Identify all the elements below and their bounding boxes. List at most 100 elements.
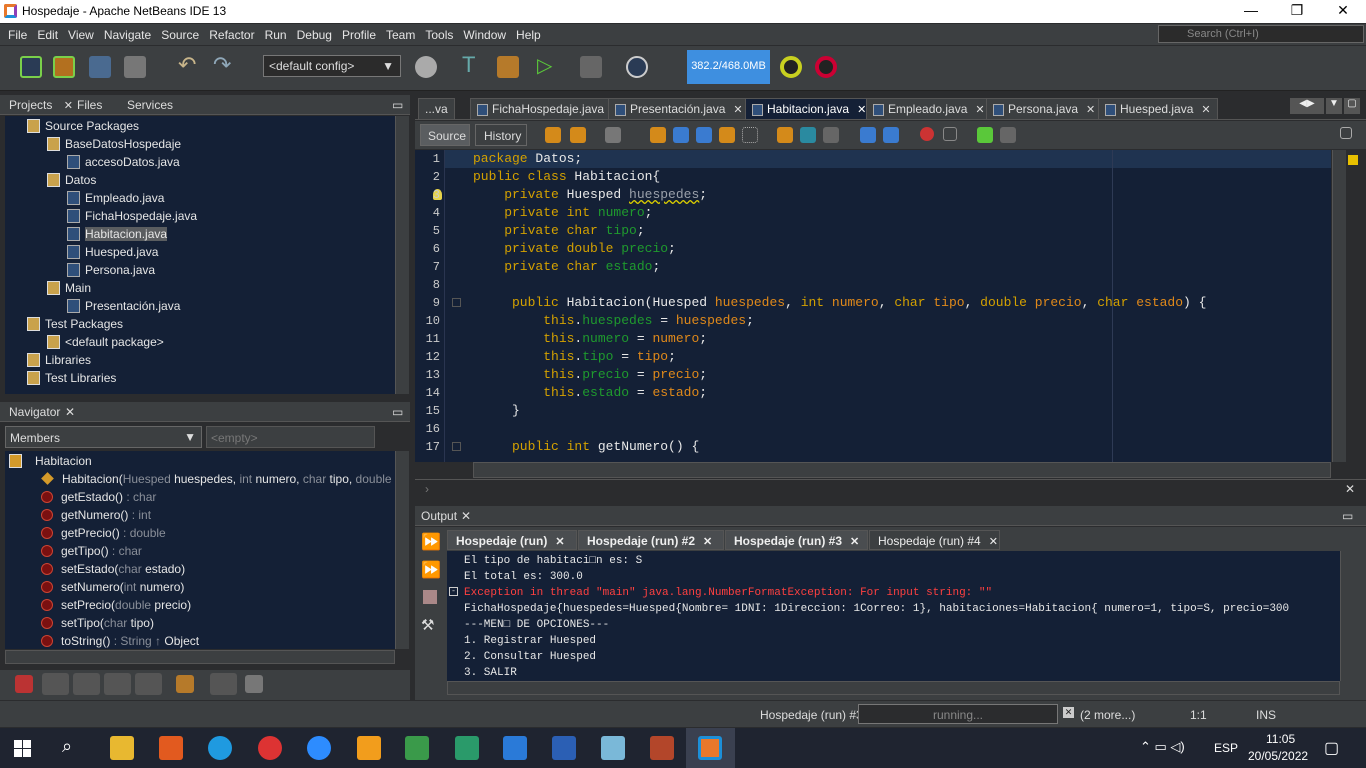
output-console[interactable]: El tipo de habitaci□n es: S El total es: …: [447, 551, 1340, 681]
tree-item[interactable]: Huesped.java: [67, 243, 158, 261]
navigator-member[interactable]: Habitacion(Huesped huespedes, int numero…: [41, 470, 395, 488]
next-bookmark-icon[interactable]: [800, 127, 816, 143]
editor-tab[interactable]: Habitacion.java ✕: [745, 98, 874, 119]
navigator-hscrollbar[interactable]: [5, 650, 395, 664]
tree-item[interactable]: Habitacion.java: [67, 225, 168, 243]
cancel-task-icon[interactable]: ✕: [1063, 707, 1074, 718]
projects-scrollbar[interactable]: [395, 116, 409, 394]
tree-item[interactable]: Test Libraries: [27, 369, 116, 387]
tree-item[interactable]: Presentación.java: [67, 297, 180, 315]
output-tab[interactable]: Hospedaje (run) ✕: [447, 530, 577, 550]
output-scrollbar[interactable]: [1340, 551, 1356, 681]
tab-list-dropdown[interactable]: ▼: [1326, 98, 1342, 114]
rect-selection-icon[interactable]: [742, 127, 758, 143]
word-icon[interactable]: [552, 736, 576, 760]
navigator-context-select[interactable]: <empty>: [206, 426, 375, 448]
navigator-member[interactable]: setPrecio(double precio): [41, 596, 191, 614]
comment-icon[interactable]: [977, 127, 993, 143]
tab-files[interactable]: Files: [77, 98, 102, 112]
notifications-icon[interactable]: ▢: [1324, 738, 1339, 758]
history-view-button[interactable]: History: [475, 124, 527, 146]
find-icon[interactable]: [650, 127, 666, 143]
redo-icon[interactable]: ↷: [213, 52, 235, 77]
netbeans-taskbar-button[interactable]: [686, 728, 735, 768]
new-file-icon[interactable]: [20, 56, 42, 78]
navigator-scrollbar[interactable]: [395, 451, 409, 649]
edge-icon[interactable]: [208, 736, 232, 760]
run-icon[interactable]: ▷: [537, 53, 559, 77]
menu-navigate[interactable]: Navigate: [104, 28, 151, 42]
close-breadcrumb-icon[interactable]: ✕: [1345, 482, 1355, 496]
minimize-panel-icon[interactable]: ▭: [392, 98, 403, 112]
navigator-member[interactable]: getNumero() : int: [41, 506, 151, 524]
tree-item[interactable]: Source Packages: [27, 117, 139, 135]
sort-source-icon[interactable]: [245, 675, 263, 693]
clock-time[interactable]: 11:05: [1266, 732, 1295, 746]
tree-item[interactable]: Persona.java: [67, 261, 155, 279]
tree-item[interactable]: Test Packages: [27, 315, 123, 333]
app-icon[interactable]: [357, 736, 381, 760]
fields-filter-icon[interactable]: [42, 673, 69, 695]
maximize-editor-icon[interactable]: ▢: [1344, 98, 1360, 114]
close-button[interactable]: ✕: [1320, 2, 1366, 19]
close-tab-icon[interactable]: ✕: [733, 104, 742, 116]
rerun-icon[interactable]: ⏩: [421, 532, 441, 552]
tray-icons[interactable]: ⌃ ▭ ◁): [1140, 739, 1185, 755]
minimize-panel-icon[interactable]: ▭: [1342, 509, 1353, 523]
vscode-icon[interactable]: [503, 736, 527, 760]
close-tab-icon[interactable]: ✕: [857, 104, 866, 116]
more-tasks-link[interactable]: (2 more...): [1080, 708, 1135, 722]
navigator-root[interactable]: Habitacion: [9, 452, 92, 470]
editor-tab[interactable]: Empleado.java ✕: [866, 98, 992, 119]
menu-file[interactable]: File: [8, 28, 27, 42]
tree-item[interactable]: Datos: [47, 171, 96, 189]
toggle-bookmark-icon[interactable]: [823, 127, 839, 143]
config-select[interactable]: <default config> ▼: [263, 55, 401, 77]
search-input[interactable]: Search (Ctrl+I): [1158, 25, 1364, 43]
menu-profile[interactable]: Profile: [342, 28, 376, 42]
fold-icon[interactable]: -: [449, 587, 458, 596]
menu-tools[interactable]: Tools: [425, 28, 453, 42]
navigator-member[interactable]: getPrecio() : double: [41, 524, 166, 542]
code-editor[interactable]: 1 package Datos; 2 public class Habitacion{…: [415, 150, 1331, 462]
close-icon[interactable]: ✕: [461, 509, 471, 523]
stop-icon[interactable]: [423, 590, 437, 604]
menu-debug[interactable]: Debug: [297, 28, 332, 42]
minimize-panel-icon[interactable]: ▭: [392, 405, 403, 419]
static-filter-icon[interactable]: [73, 673, 100, 695]
navigator-member[interactable]: toString() : String ↑ Object: [41, 632, 199, 649]
menu-source[interactable]: Source: [161, 28, 199, 42]
close-project-icon[interactable]: [124, 56, 146, 78]
profile-icon[interactable]: [626, 56, 648, 78]
language-indicator[interactable]: ESP: [1214, 741, 1238, 755]
menu-help[interactable]: Help: [516, 28, 541, 42]
tree-item[interactable]: Main: [47, 279, 91, 297]
close-tab-icon[interactable]: ✕: [989, 536, 998, 548]
app-icon-2[interactable]: [405, 736, 429, 760]
sort-alpha-icon[interactable]: [210, 673, 237, 695]
editor-scrollbar[interactable]: [1332, 150, 1346, 462]
menu-team[interactable]: Team: [386, 28, 415, 42]
tree-item[interactable]: FichaHospedaje.java: [67, 207, 197, 225]
close-tab-icon[interactable]: ✕: [1201, 104, 1210, 116]
editor-hscrollbar[interactable]: [473, 462, 1331, 478]
menu-run[interactable]: Run: [265, 28, 287, 42]
close-icon[interactable]: ✕: [65, 405, 75, 419]
gc-icon[interactable]: [780, 56, 802, 78]
editor-tab[interactable]: Huesped.java ✕: [1098, 98, 1218, 119]
previous-bookmark-icon[interactable]: [777, 127, 793, 143]
tab-projects[interactable]: Projects ✕: [9, 98, 73, 112]
uncomment-icon[interactable]: [1000, 127, 1016, 143]
search-icon[interactable]: ⌕: [62, 736, 72, 757]
fold-icon[interactable]: [452, 298, 461, 307]
editor-tab[interactable]: ...va: [418, 98, 455, 119]
fold-icon[interactable]: [452, 442, 461, 451]
winrar-icon[interactable]: [650, 736, 674, 760]
local-classes-filter-icon[interactable]: [135, 673, 162, 695]
close-tab-icon[interactable]: ✕: [703, 536, 712, 548]
javadoc-icon[interactable]: [176, 675, 194, 693]
profiler-snapshot-icon[interactable]: [815, 56, 837, 78]
build-hammer-icon[interactable]: T: [462, 52, 484, 77]
close-tab-icon[interactable]: ✕: [975, 104, 984, 116]
app-icon-4[interactable]: [601, 736, 625, 760]
